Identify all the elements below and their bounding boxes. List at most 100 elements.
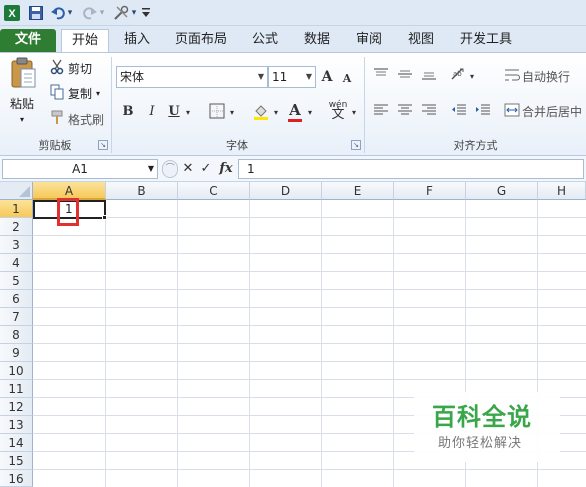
increase-indent-icon[interactable] [474,103,492,123]
cut-icon[interactable] [50,59,64,81]
grow-font-icon[interactable]: A [320,68,334,86]
font-color-icon[interactable]: A [286,101,304,123]
paste-icon[interactable] [8,57,38,91]
paste-button[interactable]: 粘贴 [10,95,40,113]
bold-button[interactable]: B [120,103,136,121]
underline-button[interactable]: U [166,103,182,121]
row-header-9[interactable]: 9 [0,344,33,362]
row-header-13[interactable]: 13 [0,416,33,434]
tab-review[interactable]: 审阅 [346,29,392,52]
tab-view[interactable]: 视图 [398,29,444,52]
format-painter-button[interactable]: 格式刷 [68,111,104,129]
decrease-indent-icon[interactable] [450,103,468,123]
border-dropdown-icon[interactable]: ▾ [228,104,236,122]
fill-color-icon[interactable] [252,102,270,126]
column-header-f[interactable]: F [394,182,466,200]
tab-page-layout[interactable]: 页面布局 [166,29,236,52]
column-header-d[interactable]: D [250,182,322,200]
tab-data[interactable]: 数据 [294,29,340,52]
font-name-combo[interactable]: 宋体 ▼ [116,66,268,88]
row-header-2[interactable]: 2 [0,218,33,236]
underline-dropdown-icon[interactable]: ▾ [184,104,192,122]
insert-function-icon[interactable]: fx [217,160,235,178]
row-header-6[interactable]: 6 [0,290,33,308]
align-left-icon[interactable] [372,103,390,123]
chevron-down-icon[interactable]: ▼ [148,160,154,178]
formula-bar-grip-icon[interactable]: ⌒ [162,160,178,178]
phonetic-dropdown-icon[interactable]: ▾ [350,104,358,122]
column-header-e[interactable]: E [322,182,394,200]
fill-color-dropdown-icon[interactable]: ▾ [272,104,280,122]
tab-formulas[interactable]: 公式 [242,29,288,52]
align-middle-icon[interactable] [396,67,414,87]
row-header-12[interactable]: 12 [0,398,33,416]
column-header-g[interactable]: G [466,182,538,200]
wrap-text-icon[interactable] [504,67,520,89]
copy-button[interactable]: 复制 [68,85,92,103]
row-header-15[interactable]: 15 [0,452,33,470]
cut-button[interactable]: 剪切 [68,60,92,78]
enter-icon[interactable]: ✓ [199,160,213,178]
redo-dropdown-icon[interactable]: ▾ [98,3,106,23]
formula-input[interactable]: 1 [238,159,584,179]
row-header-11[interactable]: 11 [0,380,33,398]
orientation-icon[interactable]: ab [450,67,468,87]
clipboard-dialog-launcher-icon[interactable]: ↘ [98,140,108,150]
column-header-c[interactable]: C [178,182,250,200]
chevron-down-icon: ▼ [305,72,312,81]
phonetic-guide-icon[interactable]: wén 文 [326,100,350,121]
row-header-8[interactable]: 8 [0,326,33,344]
cancel-icon[interactable]: ✕ [181,160,195,178]
undo-icon[interactable] [50,3,66,23]
undo-dropdown-icon[interactable]: ▾ [66,3,74,23]
align-top-icon[interactable] [372,67,390,87]
tab-insert[interactable]: 插入 [114,29,160,52]
row-header-3[interactable]: 3 [0,236,33,254]
cell-a1[interactable]: 1 [33,198,106,226]
gridline [33,307,586,308]
tab-developer[interactable]: 开发工具 [450,29,522,52]
font-dialog-launcher-icon[interactable]: ↘ [351,140,361,150]
select-all-corner[interactable] [0,182,33,200]
row-header-1[interactable]: 1 [0,200,33,218]
tools-dropdown-icon[interactable]: ▾ [130,3,138,23]
row-header-4[interactable]: 4 [0,254,33,272]
row-header-7[interactable]: 7 [0,308,33,326]
row-header-10[interactable]: 10 [0,362,33,380]
customize-qat-icon[interactable] [140,3,152,23]
tab-home[interactable]: 开始 [61,29,109,52]
row-header-16[interactable]: 16 [0,470,33,487]
redo-icon[interactable] [82,3,98,23]
italic-button[interactable]: I [144,103,160,121]
paste-dropdown-icon[interactable]: ▾ [20,111,24,129]
align-center-icon[interactable] [396,103,414,123]
tab-file[interactable]: 文件 [0,29,56,52]
shrink-font-icon[interactable]: A [340,70,354,88]
column-header-h[interactable]: H [538,182,586,200]
merge-center-icon[interactable] [504,103,520,123]
svg-text:X: X [8,8,16,20]
gridline [33,325,586,326]
row-header-14[interactable]: 14 [0,434,33,452]
save-icon[interactable] [27,3,45,23]
copy-icon[interactable] [50,84,64,106]
wrap-text-button[interactable]: 自动换行 [522,68,570,86]
name-box[interactable]: A1 ▼ [2,159,158,179]
copy-dropdown-icon[interactable]: ▾ [96,85,100,103]
tools-icon[interactable] [112,3,130,23]
ribbon-tab-bar: 文件 开始 插入 页面布局 公式 数据 审阅 视图 开发工具 [0,26,586,52]
align-bottom-icon[interactable] [420,67,438,87]
align-right-icon[interactable] [420,103,438,123]
column-header-b[interactable]: B [106,182,178,200]
merge-center-button[interactable]: 合并后居中 [522,103,582,121]
fill-handle[interactable] [102,215,107,220]
format-painter-icon[interactable] [50,110,64,132]
gridline [33,469,586,470]
orientation-dropdown-icon[interactable]: ▾ [468,68,476,86]
font-color-dropdown-icon[interactable]: ▾ [306,104,314,122]
row-header-5[interactable]: 5 [0,272,33,290]
quick-access-toolbar: X ▾ ▾ ▾ [0,0,586,26]
font-size-combo[interactable]: 11 ▼ [268,66,316,88]
border-icon[interactable] [208,103,226,125]
excel-app-icon[interactable]: X [3,3,21,23]
